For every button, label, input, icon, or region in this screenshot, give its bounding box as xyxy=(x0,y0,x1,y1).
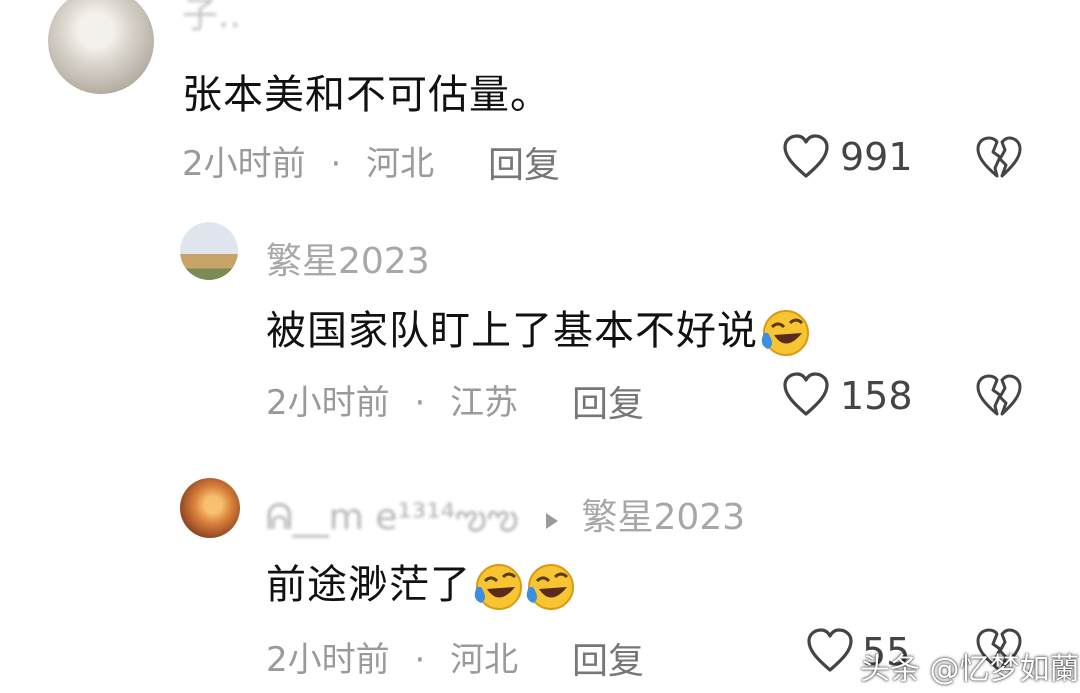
location: 河北 xyxy=(366,144,435,184)
location: 河北 xyxy=(450,640,519,680)
separator: · xyxy=(330,144,342,184)
laughing-crying-emoji-icon xyxy=(758,307,810,359)
username[interactable]: 子.. xyxy=(182,0,241,38)
comment-text: 张本美和不可估量。 xyxy=(182,72,551,118)
like-count: 158 xyxy=(840,374,913,418)
username[interactable]: ᕱ__m e¹³¹⁴ఌఌ xyxy=(266,497,519,538)
reply-button[interactable]: 回复 xyxy=(572,375,644,427)
triangle-right-icon xyxy=(544,499,560,540)
laughing-crying-emoji-icon xyxy=(523,561,575,613)
broken-heart-icon[interactable] xyxy=(975,136,1023,180)
broken-heart-icon[interactable] xyxy=(975,374,1023,418)
watermark: 头条 @忆梦如蘭 xyxy=(860,652,1080,687)
comment-meta: 2小时前 · 河北 xyxy=(182,136,434,185)
reply-button[interactable]: 回复 xyxy=(488,136,560,188)
comment-text: 前途渺茫了 xyxy=(266,552,575,613)
heart-icon[interactable] xyxy=(806,628,854,674)
separator: · xyxy=(414,640,426,680)
laughing-crying-emoji-icon xyxy=(471,561,523,613)
comment-meta: 2小时前 · 江苏 xyxy=(266,375,518,424)
timestamp: 2小时前 xyxy=(266,640,390,680)
timestamp: 2小时前 xyxy=(266,383,390,423)
reply-button[interactable]: 回复 xyxy=(572,632,644,684)
comment-meta: 2小时前 · 河北 xyxy=(266,632,518,681)
comment-text: 被国家队盯上了基本不好说 xyxy=(266,298,810,359)
like-count: 991 xyxy=(840,135,913,179)
separator: · xyxy=(414,383,426,423)
avatar[interactable] xyxy=(180,478,240,538)
username[interactable]: 繁星2023 xyxy=(266,232,430,284)
comment-text-content: 前途渺茫了 xyxy=(266,562,471,608)
username-line: ᕱ__m e¹³¹⁴ఌఌ 繁星2023 xyxy=(266,488,745,547)
avatar[interactable] xyxy=(48,0,154,94)
timestamp: 2小时前 xyxy=(182,144,306,184)
reply-to-username[interactable]: 繁星2023 xyxy=(582,497,746,538)
heart-icon[interactable] xyxy=(782,372,830,418)
comment-text-content: 被国家队盯上了基本不好说 xyxy=(266,308,758,354)
location: 江苏 xyxy=(450,383,519,423)
heart-icon[interactable] xyxy=(782,134,830,180)
avatar[interactable] xyxy=(180,222,238,280)
